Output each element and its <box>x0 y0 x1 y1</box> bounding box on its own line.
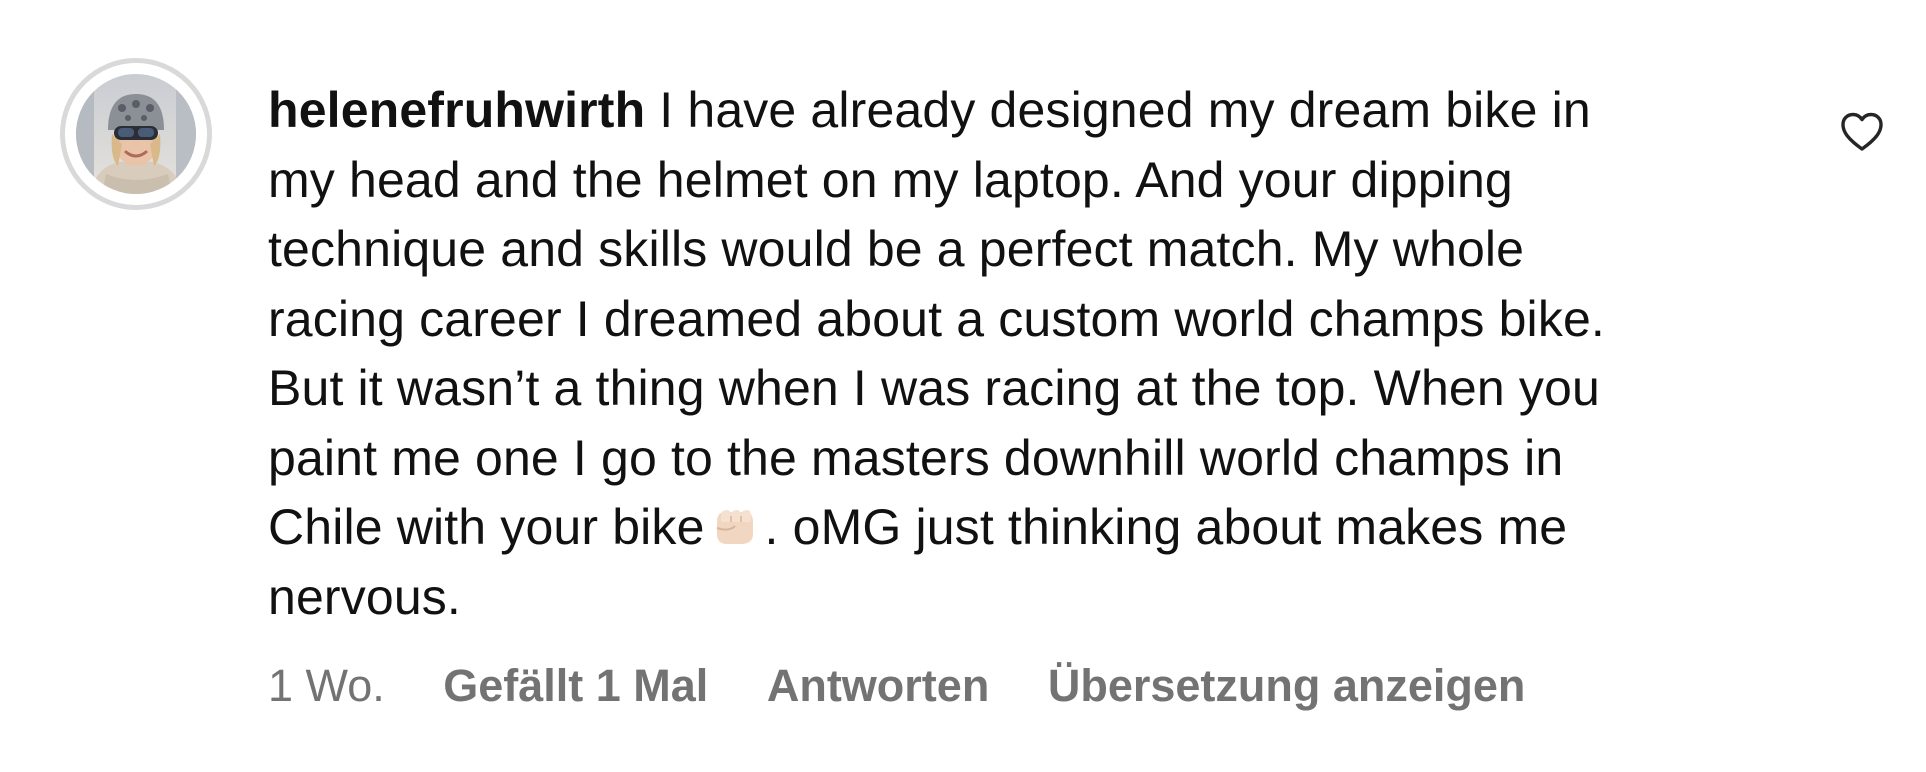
comment-text: I have already designed my dream bike in… <box>268 82 1605 555</box>
comment-body: helenefruhwirth I have already designed m… <box>268 76 1828 632</box>
comment-timestamp[interactable]: 1 Wo. <box>268 660 385 711</box>
reply-button[interactable]: Antworten <box>767 660 989 711</box>
avatar-image <box>76 74 196 194</box>
show-translation-button[interactable]: Übersetzung anzeigen <box>1048 660 1526 711</box>
fist-bump-icon <box>709 500 761 552</box>
heart-icon[interactable] <box>1838 108 1886 156</box>
comment-actions: 1 Wo. Gefällt 1 Mal Antworten Übersetzun… <box>268 660 1571 712</box>
avatar[interactable] <box>76 74 196 194</box>
comment-username[interactable]: helenefruhwirth <box>268 82 645 138</box>
comment: helenefruhwirth I have already designed m… <box>0 0 1926 772</box>
likes-count-button[interactable]: Gefällt 1 Mal <box>443 660 708 711</box>
